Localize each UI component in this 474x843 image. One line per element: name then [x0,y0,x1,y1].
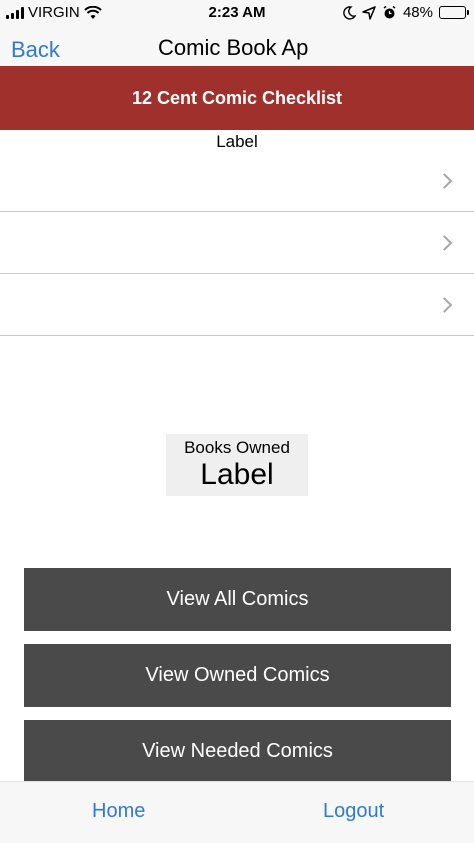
chevron-right-icon [436,296,453,313]
view-needed-comics-button[interactable]: View Needed Comics [24,720,451,783]
chevron-right-icon [436,172,453,189]
status-bar: VIRGIN 2:23 AM 48% [0,0,474,28]
page-title: Comic Book Ap [158,35,309,60]
checklist-header: 12 Cent Comic Checklist [0,66,474,130]
battery-percent: 48% [402,4,433,21]
tab-logout[interactable]: Logout [323,800,384,823]
chevron-right-icon [436,234,453,251]
books-owned-box: Books Owned Label [166,434,308,496]
location-icon [362,5,376,20]
nav-bar: Back Comic Book Ap [0,28,474,66]
tab-home[interactable]: Home [92,800,145,823]
books-owned-title: Books Owned [184,438,290,457]
list-item[interactable] [0,212,474,274]
battery-icon [439,6,469,19]
moon-icon [343,5,356,20]
status-right: 48% [342,4,469,21]
list-item[interactable] [0,150,474,212]
back-button[interactable]: Back [11,37,60,63]
checklist-title: 12 Cent Comic Checklist [131,87,343,108]
list-item[interactable] [0,274,474,336]
books-owned-value: Label [200,458,274,491]
list-label: Label [216,132,258,151]
view-owned-comics-button[interactable]: View Owned Comics [24,644,451,707]
alarm-icon [383,5,396,19]
tab-bar: Home Logout [0,781,474,843]
view-all-comics-button[interactable]: View All Comics [24,568,451,631]
